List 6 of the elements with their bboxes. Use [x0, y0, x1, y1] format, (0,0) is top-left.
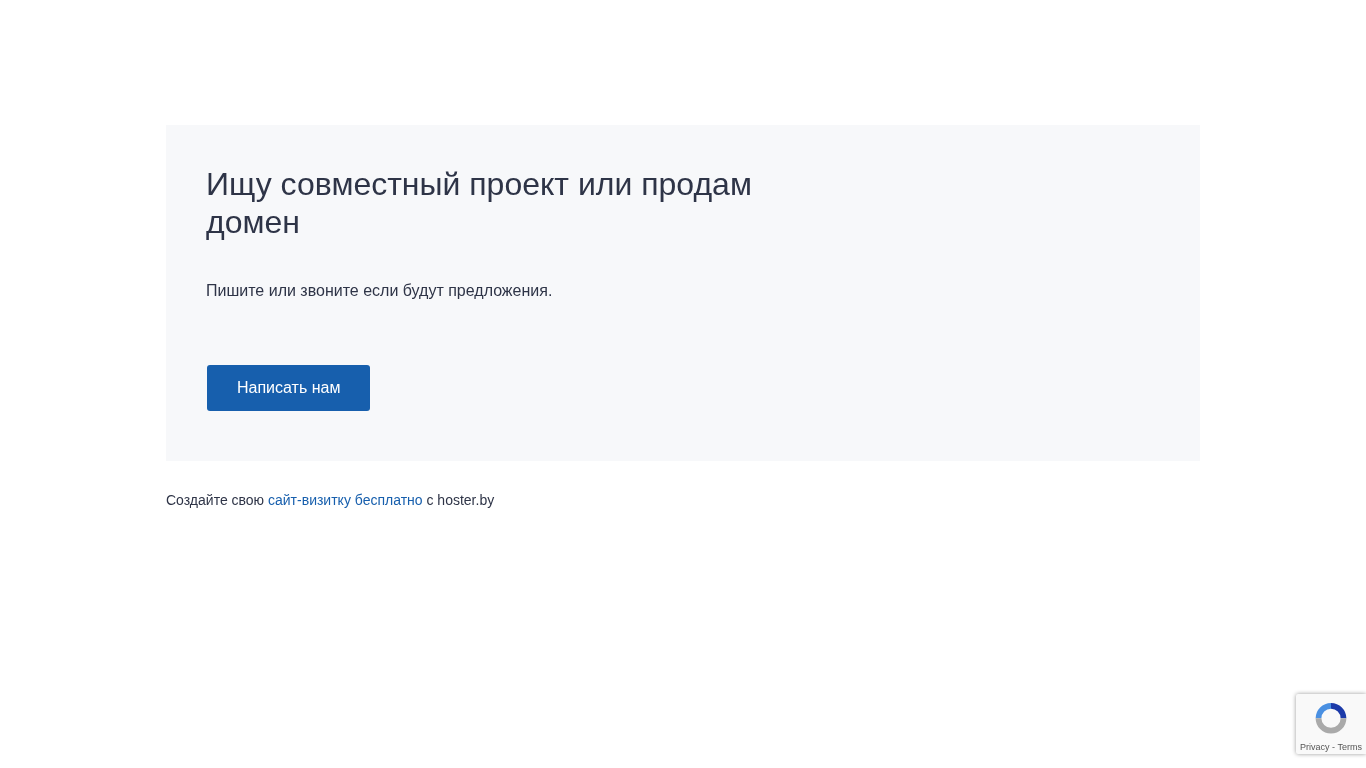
privacy-terms-links[interactable]: Privacy - Terms [1300, 740, 1362, 754]
contact-button[interactable]: Написать нам [207, 365, 371, 411]
footer-text: Создайте свою сайт-визитку бесплатно с hoster.by [166, 491, 496, 510]
hero-text: Пишите или звоните если будут предложения. [206, 281, 554, 301]
footer-link[interactable]: сайт-визитку бесплатно [268, 492, 423, 508]
hero-title: Ищу совместный проект или продам домен [206, 165, 753, 241]
